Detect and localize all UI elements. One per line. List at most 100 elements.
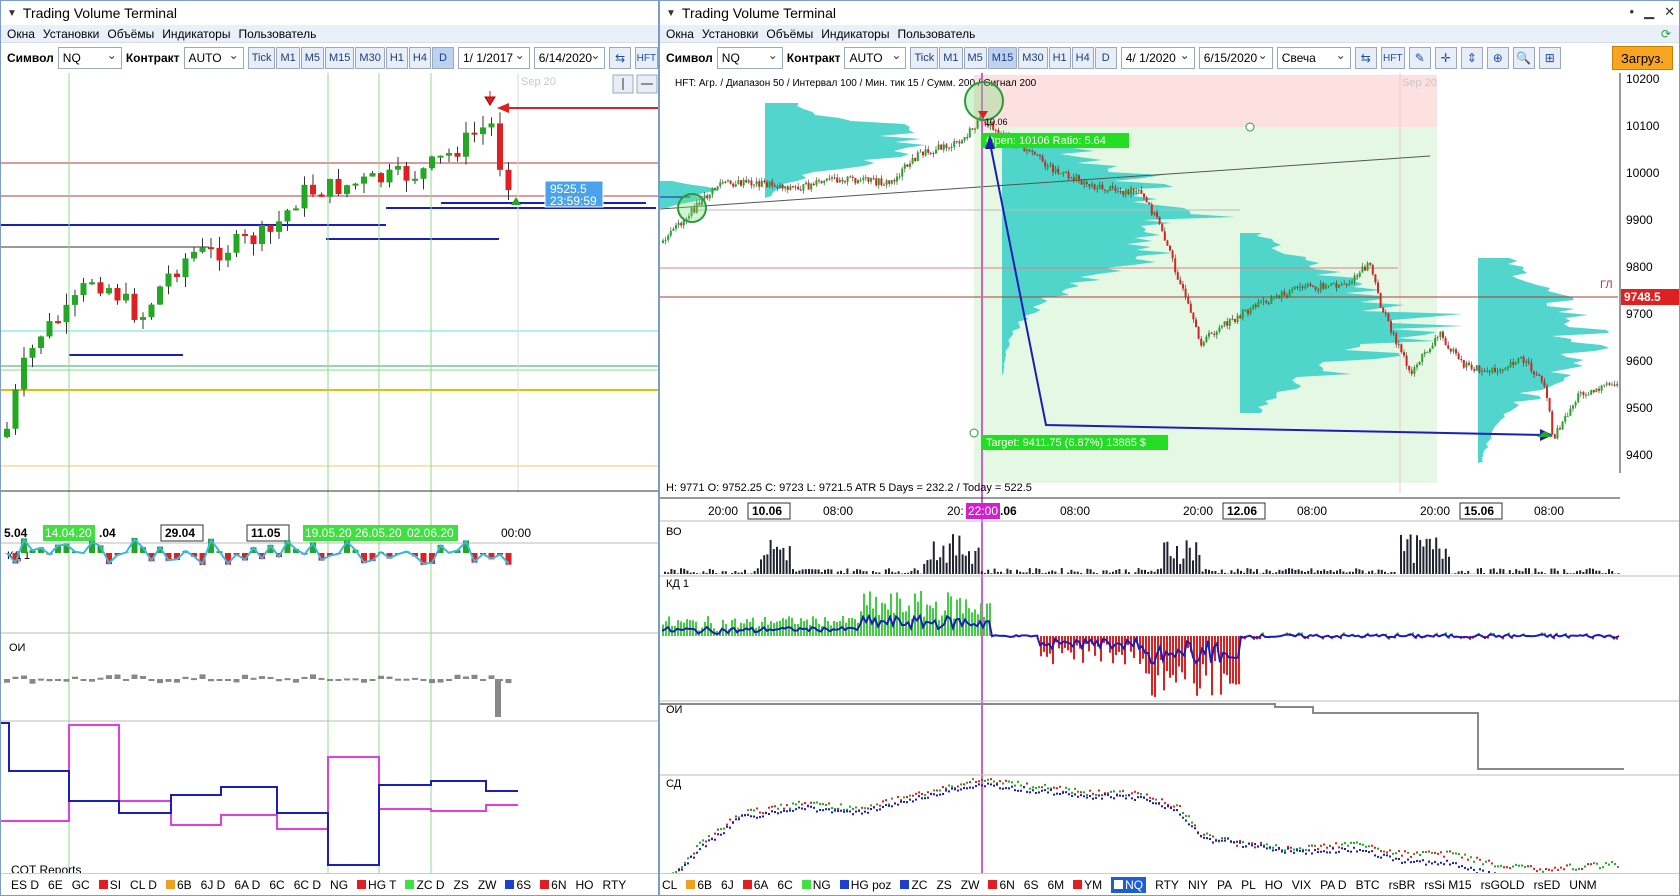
menu-user[interactable]: Пользователь — [238, 27, 316, 41]
refresh-icon[interactable]: ⟳ — [1661, 27, 1671, 41]
symbol-tab[interactable]: SI — [98, 878, 121, 892]
menu-user[interactable]: Пользователь — [897, 27, 975, 41]
tf-m15[interactable]: M15 — [987, 47, 1018, 69]
right-chart-area[interactable]: HFT: Агр. / Диапазон 50 / Интервал 100 /… — [660, 73, 1680, 893]
tf-tick[interactable]: Tick — [247, 47, 276, 69]
symbol-tab[interactable]: ZS — [936, 878, 951, 892]
tf-m1[interactable]: M1 — [939, 47, 963, 69]
symbol-tab[interactable]: 6M — [1047, 878, 1064, 892]
tf-m5[interactable]: M5 — [300, 47, 325, 69]
vertical-scale-icon[interactable]: ⇕ — [1460, 47, 1483, 69]
load-button[interactable]: Загруз. — [1612, 46, 1673, 70]
symbol-tab[interactable]: ES D — [11, 878, 39, 892]
tf-d[interactable]: D — [1094, 47, 1117, 69]
symbol-tab[interactable]: ZS — [453, 878, 468, 892]
tf-m30[interactable]: M30 — [355, 47, 385, 69]
symbol-tab[interactable]: VIX — [1292, 878, 1311, 892]
window-menu-icon[interactable]: ▼ — [666, 8, 676, 19]
symbol-tab[interactable]: 6C D — [294, 878, 321, 892]
symbol-tab[interactable]: CL — [662, 878, 677, 892]
tf-m15[interactable]: M15 — [325, 47, 355, 69]
sync-icon[interactable]: ⇆ — [1354, 47, 1377, 69]
menu-windows[interactable]: Окна — [666, 27, 694, 41]
symbol-tab[interactable]: ZW — [478, 878, 497, 892]
menu-volumes[interactable]: Объёмы — [766, 27, 813, 41]
symbol-tab[interactable]: HG T — [357, 878, 396, 892]
symbol-tab[interactable]: ZC — [900, 878, 927, 892]
sync-icon[interactable]: ⇆ — [609, 47, 631, 69]
symbol-tab[interactable]: NQ — [1111, 876, 1147, 893]
symbol-tab[interactable]: 6B — [686, 878, 712, 892]
pencil-icon[interactable]: ✎ — [1408, 47, 1431, 69]
tf-tick[interactable]: Tick — [910, 47, 939, 69]
symbol-tab[interactable]: NIY — [1188, 878, 1208, 892]
menu-volumes[interactable]: Объёмы — [107, 27, 154, 41]
symbol-tab[interactable]: rsED — [1534, 878, 1561, 892]
symbol-tab[interactable]: NG — [801, 878, 831, 892]
chart-type-select[interactable]: Свеча — [1276, 47, 1351, 69]
symbol-tab[interactable]: UNM — [1569, 878, 1596, 892]
symbol-tab[interactable]: HO — [576, 878, 594, 892]
menu-indicators[interactable]: Индикаторы — [821, 27, 889, 41]
menu-windows[interactable]: Окна — [7, 27, 35, 41]
symbol-tab[interactable]: PL — [1241, 878, 1256, 892]
symbol-tab[interactable]: 6J D — [201, 878, 226, 892]
symbol-tab[interactable]: ZC D — [405, 878, 444, 892]
date-to-field[interactable]: 6/15/2020 — [1198, 47, 1273, 69]
menu-settings[interactable]: Установки — [702, 27, 758, 41]
symbol-tab[interactable]: NG — [330, 878, 348, 892]
symbol-tab[interactable]: 6N — [540, 878, 567, 892]
tf-m5[interactable]: M5 — [963, 47, 987, 69]
left-chart-area[interactable]: Sep 20 9525.5 23:59:59 5.04 14.04.20 .04… — [1, 73, 659, 893]
symbol-tab[interactable]: 6A — [742, 878, 768, 892]
symbol-tab[interactable]: RTY — [603, 878, 627, 892]
symbol-tab[interactable]: HG poz — [839, 878, 891, 892]
menu-settings[interactable]: Установки — [43, 27, 99, 41]
symbol-tab[interactable]: 6J — [721, 878, 734, 892]
symbol-tab[interactable]: GC — [72, 878, 90, 892]
symbol-tab[interactable]: rsSi M15 — [1424, 878, 1471, 892]
symbol-tab[interactable]: RTY — [1155, 878, 1179, 892]
window-dot-icon[interactable]: • — [1630, 4, 1635, 20]
crosshair-icon[interactable]: ✛ — [1434, 47, 1457, 69]
symbol-select[interactable]: NQ — [57, 47, 122, 69]
zoom-icon[interactable]: 🔍 — [1512, 47, 1535, 69]
symbol-tab[interactable]: PA D — [1320, 878, 1346, 892]
hft-button[interactable]: HFT — [634, 47, 658, 69]
symbol-tab[interactable]: 6N — [988, 878, 1015, 892]
symbol-tab[interactable]: 6B — [165, 878, 192, 892]
symbol-tab[interactable]: ZW — [961, 878, 980, 892]
tf-h1[interactable]: H1 — [1048, 47, 1071, 69]
symbol-tab[interactable]: YM — [1073, 878, 1102, 892]
tf-m30[interactable]: M30 — [1018, 47, 1048, 69]
symbol-tab[interactable]: 6S — [505, 878, 531, 892]
close-icon[interactable]: ✕ — [1664, 4, 1675, 20]
symbol-tab[interactable]: BTC — [1356, 878, 1380, 892]
tf-h4[interactable]: H4 — [1071, 47, 1094, 69]
minimize-icon[interactable]: ▁ — [1644, 4, 1654, 20]
symbol-tab[interactable]: PA — [1217, 878, 1232, 892]
tf-m1[interactable]: M1 — [276, 47, 300, 69]
symbol-tab[interactable]: 6A D — [234, 878, 260, 892]
symbol-select[interactable]: NQ — [716, 47, 783, 69]
tf-h4[interactable]: H4 — [408, 47, 431, 69]
date-from-field[interactable]: 4/ 1/2020 — [1120, 47, 1195, 69]
menu-indicators[interactable]: Индикаторы — [162, 27, 230, 41]
symbol-tab[interactable]: HO — [1265, 878, 1283, 892]
contract-select[interactable]: AUTO — [844, 47, 907, 69]
symbol-tab[interactable]: 6S — [1024, 878, 1039, 892]
tf-h1[interactable]: H1 — [385, 47, 408, 69]
symbol-tab[interactable]: 6C — [777, 878, 792, 892]
date-to-field[interactable]: 6/14/2020 — [533, 47, 606, 69]
symbol-tab[interactable]: 6C — [269, 878, 284, 892]
contract-select[interactable]: AUTO — [183, 47, 244, 69]
symbol-tab[interactable]: CL D — [130, 878, 157, 892]
date-from-field[interactable]: 1/ 1/2017 — [457, 47, 530, 69]
tf-d[interactable]: D — [431, 47, 454, 69]
symbol-tab[interactable]: 6E — [48, 878, 63, 892]
grid-icon[interactable]: ⊞ — [1538, 47, 1561, 69]
symbol-tab[interactable]: rsGOLD — [1481, 878, 1525, 892]
fit-icon[interactable]: ⊕ — [1486, 47, 1509, 69]
hft-button[interactable]: HFT — [1380, 47, 1405, 69]
symbol-tab[interactable]: rsBR — [1389, 878, 1416, 892]
